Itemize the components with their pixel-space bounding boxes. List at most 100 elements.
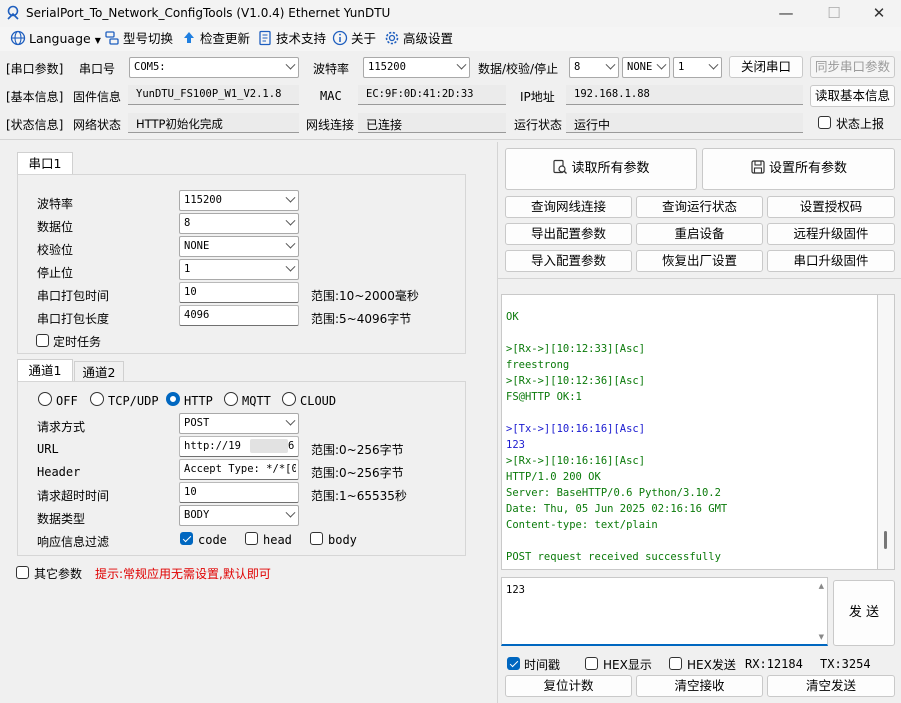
- uart-databits-select[interactable]: 8: [179, 213, 299, 234]
- port-select[interactable]: COM5:: [129, 57, 299, 78]
- filter-head-checkbox[interactable]: [245, 532, 258, 545]
- title-bar: SerialPort_To_Network_ConfigTools (V1.0.…: [0, 0, 901, 27]
- clear-receive-button[interactable]: 清空接收: [636, 675, 763, 697]
- factory-reset-button[interactable]: 恢复出厂设置: [636, 250, 763, 272]
- filter-body-checkbox[interactable]: [310, 532, 323, 545]
- log-line: Content-type: text/plain: [506, 519, 658, 531]
- advanced-settings-menu[interactable]: 高级设置: [384, 30, 453, 48]
- sync-port-params-button[interactable]: 同步串口参数: [810, 56, 895, 78]
- stop-bits-select[interactable]: 1: [673, 57, 722, 78]
- pack-len-input[interactable]: 4096: [179, 305, 299, 326]
- timestamp-checkbox[interactable]: [507, 657, 520, 670]
- baud-select[interactable]: 115200: [363, 57, 470, 78]
- other-params-checkbox[interactable]: [16, 566, 29, 579]
- url-value-start: http://19: [184, 440, 241, 452]
- uart-parity-label: 校验位: [37, 243, 74, 257]
- filter-code-checkbox[interactable]: [180, 532, 193, 545]
- parity-select[interactable]: NONE: [622, 57, 670, 78]
- language-menu[interactable]: Language ▼: [10, 30, 101, 48]
- pack-len-value: 4096: [184, 309, 210, 321]
- switch-icon: [105, 31, 119, 45]
- hex-send-checkbox[interactable]: [669, 657, 682, 670]
- mode-cloud-radio[interactable]: [282, 392, 296, 406]
- remote-upgrade-button[interactable]: 远程升级固件: [767, 223, 895, 245]
- set-all-params-button[interactable]: 设置所有参数: [702, 148, 895, 190]
- mode-off-label: OFF: [56, 394, 78, 408]
- scroll-down-icon[interactable]: ▼: [819, 633, 824, 641]
- hex-display-checkbox[interactable]: [585, 657, 598, 670]
- model-switch-menu[interactable]: 型号切换: [104, 30, 173, 48]
- pack-len-range: 范围:5~4096字节: [311, 312, 412, 326]
- serial-params-section: [串口参数]: [6, 62, 64, 76]
- minimize-button[interactable]: —: [764, 2, 808, 24]
- separator: [0, 139, 901, 140]
- read-all-params-button[interactable]: 读取所有参数: [505, 148, 697, 190]
- reset-count-button[interactable]: 复位计数: [505, 675, 632, 697]
- query-net-button[interactable]: 查询网线连接: [505, 196, 632, 218]
- chevron-down-icon: [285, 507, 296, 518]
- send-input[interactable]: 123 ▲ ▼: [501, 577, 828, 646]
- mode-off-radio[interactable]: [38, 392, 52, 406]
- uart-upgrade-button[interactable]: 串口升级固件: [767, 250, 895, 272]
- port-value: COM5:: [134, 61, 166, 73]
- pack-time-input[interactable]: 10: [179, 282, 299, 303]
- uart-baud-select[interactable]: 115200: [179, 190, 299, 211]
- tab-channel2[interactable]: 通道2: [74, 361, 124, 381]
- dropdown-arrow-icon: ▼: [94, 36, 101, 45]
- maximize-button[interactable]: ☐: [812, 2, 856, 24]
- filter-head-label: head: [263, 533, 292, 547]
- net-status-label: 网络状态: [73, 118, 122, 132]
- mode-mqtt-label: MQTT: [242, 394, 271, 408]
- log-scrollbar[interactable]: [878, 294, 895, 570]
- log-line: 123: [506, 439, 525, 451]
- scroll-up-icon[interactable]: ▲: [819, 582, 824, 590]
- close-port-button[interactable]: 关闭串口: [729, 56, 803, 78]
- close-button[interactable]: ✕: [857, 2, 901, 24]
- uart-stopbits-value: 1: [184, 263, 191, 275]
- import-config-button[interactable]: 导入配置参数: [505, 250, 632, 272]
- check-update-menu[interactable]: 检查更新: [181, 30, 250, 48]
- status-report-checkbox[interactable]: [818, 116, 831, 129]
- pack-time-label: 串口打包时间: [37, 289, 110, 303]
- export-config-button[interactable]: 导出配置参数: [505, 223, 632, 245]
- datatype-select[interactable]: BODY: [179, 505, 299, 526]
- mode-http-radio[interactable]: [166, 392, 180, 406]
- send-button[interactable]: 发 送: [833, 580, 895, 646]
- timeout-input[interactable]: 10: [179, 482, 299, 503]
- uart-stopbits-select[interactable]: 1: [179, 259, 299, 280]
- read-basic-info-button[interactable]: 读取基本信息: [810, 85, 895, 107]
- query-run-button[interactable]: 查询运行状态: [636, 196, 763, 218]
- header-input[interactable]: Accept Type: */*[0D: [179, 459, 299, 480]
- window-title: SerialPort_To_Network_ConfigTools (V1.0.…: [26, 6, 391, 20]
- uart-parity-select[interactable]: NONE: [179, 236, 299, 257]
- mode-tcpudp-radio[interactable]: [90, 392, 104, 406]
- upload-arrow-icon: [184, 32, 194, 43]
- method-select[interactable]: POST: [179, 413, 299, 434]
- clear-send-button[interactable]: 清空发送: [767, 675, 895, 697]
- about-menu[interactable]: 关于: [332, 30, 376, 48]
- data-bits-select[interactable]: 8: [569, 57, 619, 78]
- timeout-range: 范围:1~65535秒: [311, 489, 407, 503]
- set-auth-button[interactable]: 设置授权码: [767, 196, 895, 218]
- timer-task-checkbox[interactable]: [36, 334, 49, 347]
- receive-log[interactable]: OK >[Rx->][10:12:33][Asc] freestrong >[Rx->…: [501, 294, 878, 570]
- gear-icon: [385, 31, 399, 45]
- uart-stopbits-label: 停止位: [37, 266, 74, 280]
- datatype-value: BODY: [184, 509, 210, 521]
- tech-support-menu[interactable]: 技术支持: [257, 30, 326, 48]
- reboot-button[interactable]: 重启设备: [636, 223, 763, 245]
- log-scrollbar-thumb[interactable]: [884, 531, 887, 549]
- url-input[interactable]: http://19 6: [179, 436, 299, 457]
- read-all-label: 读取所有参数: [571, 161, 650, 176]
- mode-mqtt-radio[interactable]: [224, 392, 238, 406]
- app-icon: [7, 5, 19, 20]
- pack-len-label: 串口打包长度: [37, 312, 110, 326]
- run-status-value: 运行中: [574, 118, 611, 132]
- tab-uart1[interactable]: 串口1: [17, 152, 73, 175]
- log-line: Date: Thu, 05 Jun 2025 02:16:16 GMT: [506, 503, 728, 515]
- uart-databits-value: 8: [184, 217, 191, 229]
- about-label: 关于: [351, 31, 377, 46]
- search-document-icon: [553, 159, 568, 174]
- timeout-label: 请求超时时间: [37, 489, 110, 503]
- tab-channel1[interactable]: 通道1: [17, 359, 73, 382]
